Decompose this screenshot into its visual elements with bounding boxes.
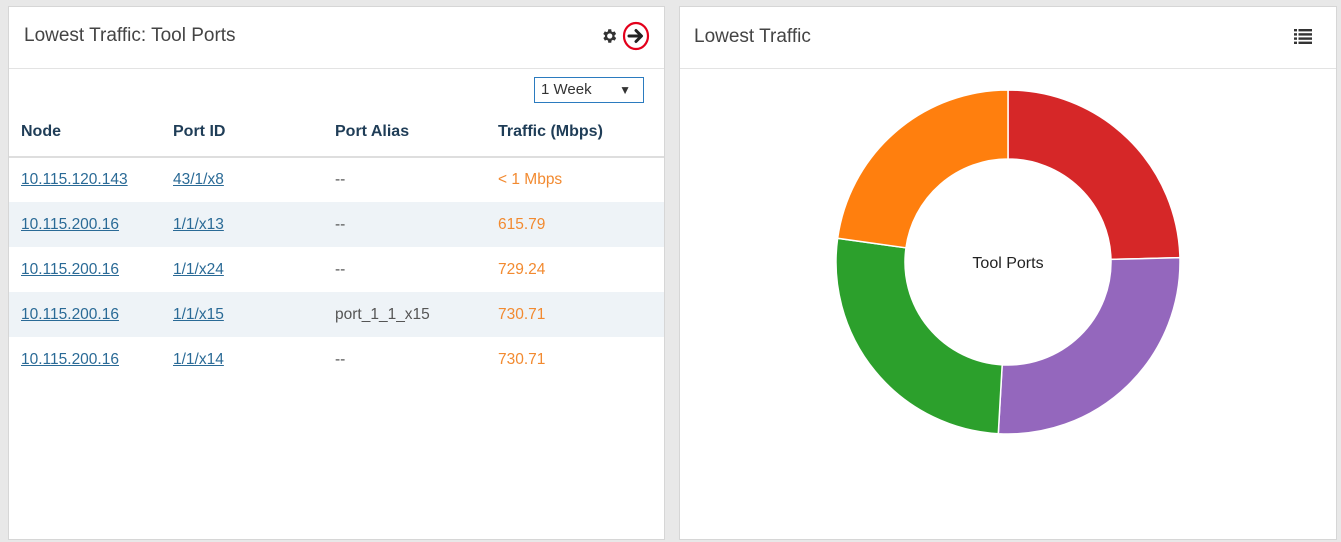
table-row: 10.115.200.16 1/1/x14 -- 730.71 [9, 337, 664, 382]
donut-center-label: Tool Ports [972, 255, 1043, 272]
port-alias: -- [335, 260, 346, 278]
port-alias: port_1_1_x15 [335, 305, 430, 323]
table-row: 10.115.200.16 1/1/x15 port_1_1_x15 730.7… [9, 292, 664, 337]
traffic-value: 615.79 [498, 215, 546, 233]
port-id-link[interactable]: 1/1/x13 [173, 216, 224, 233]
table-header-row: Node Port ID Port Alias Traffic (Mbps) [9, 111, 664, 158]
panel-title: Lowest Traffic [694, 26, 811, 47]
lowest-traffic-chart-panel: Lowest Traffic Tool Ports [679, 6, 1337, 540]
table-row: 10.115.120.143 43/1/x8 -- < 1 Mbps [9, 157, 664, 202]
panel-header: Lowest Traffic [680, 7, 1336, 69]
port-id-link[interactable]: 43/1/x8 [173, 171, 224, 188]
node-link[interactable]: 10.115.200.16 [21, 351, 119, 368]
time-range-select[interactable]: 1 Week ▼ [534, 77, 644, 103]
port-alias: -- [335, 215, 346, 233]
table-row: 10.115.200.16 1/1/x13 -- 615.79 [9, 202, 664, 247]
node-link[interactable]: 10.115.120.143 [21, 171, 128, 188]
column-header-port-alias[interactable]: Port Alias [335, 111, 498, 158]
gear-icon[interactable] [600, 27, 618, 45]
port-id-link[interactable]: 1/1/x14 [173, 351, 224, 368]
donut-slice-4[interactable] [836, 89, 1009, 249]
traffic-value: < 1 Mbps [498, 171, 563, 188]
arrow-right-icon[interactable] [622, 21, 650, 51]
column-header-node[interactable]: Node [9, 111, 173, 158]
time-range-value: 1 Week [541, 81, 592, 98]
traffic-value: 729.24 [498, 260, 546, 278]
ports-table: Node Port ID Port Alias Traffic (Mbps) 1… [9, 111, 664, 382]
column-header-traffic[interactable]: Traffic (Mbps) [498, 111, 664, 158]
node-link[interactable]: 10.115.200.16 [21, 306, 119, 323]
port-alias: -- [335, 350, 346, 368]
port-id-link[interactable]: 1/1/x15 [173, 306, 224, 323]
donut-slice-2[interactable] [997, 256, 1181, 435]
port-id-link[interactable]: 1/1/x24 [173, 261, 224, 278]
panel-header: Lowest Traffic: Tool Ports [9, 7, 664, 69]
column-header-port-id[interactable]: Port ID [173, 111, 335, 158]
dropdown-caret-icon: ▼ [619, 83, 631, 97]
donut-chart: Tool Ports [835, 89, 1181, 435]
tool-ports-panel: Lowest Traffic: Tool Ports 1 Week ▼ Node… [8, 6, 665, 540]
node-link[interactable]: 10.115.200.16 [21, 216, 119, 233]
table-row: 10.115.200.16 1/1/x24 -- 729.24 [9, 247, 664, 292]
panel-title: Lowest Traffic: Tool Ports [24, 25, 236, 46]
port-alias: -- [335, 171, 346, 188]
donut-slice-1[interactable] [1007, 89, 1181, 261]
traffic-value: 730.71 [498, 305, 546, 323]
traffic-value: 730.71 [498, 350, 546, 368]
node-link[interactable]: 10.115.200.16 [21, 261, 119, 278]
list-icon[interactable] [1294, 28, 1312, 44]
